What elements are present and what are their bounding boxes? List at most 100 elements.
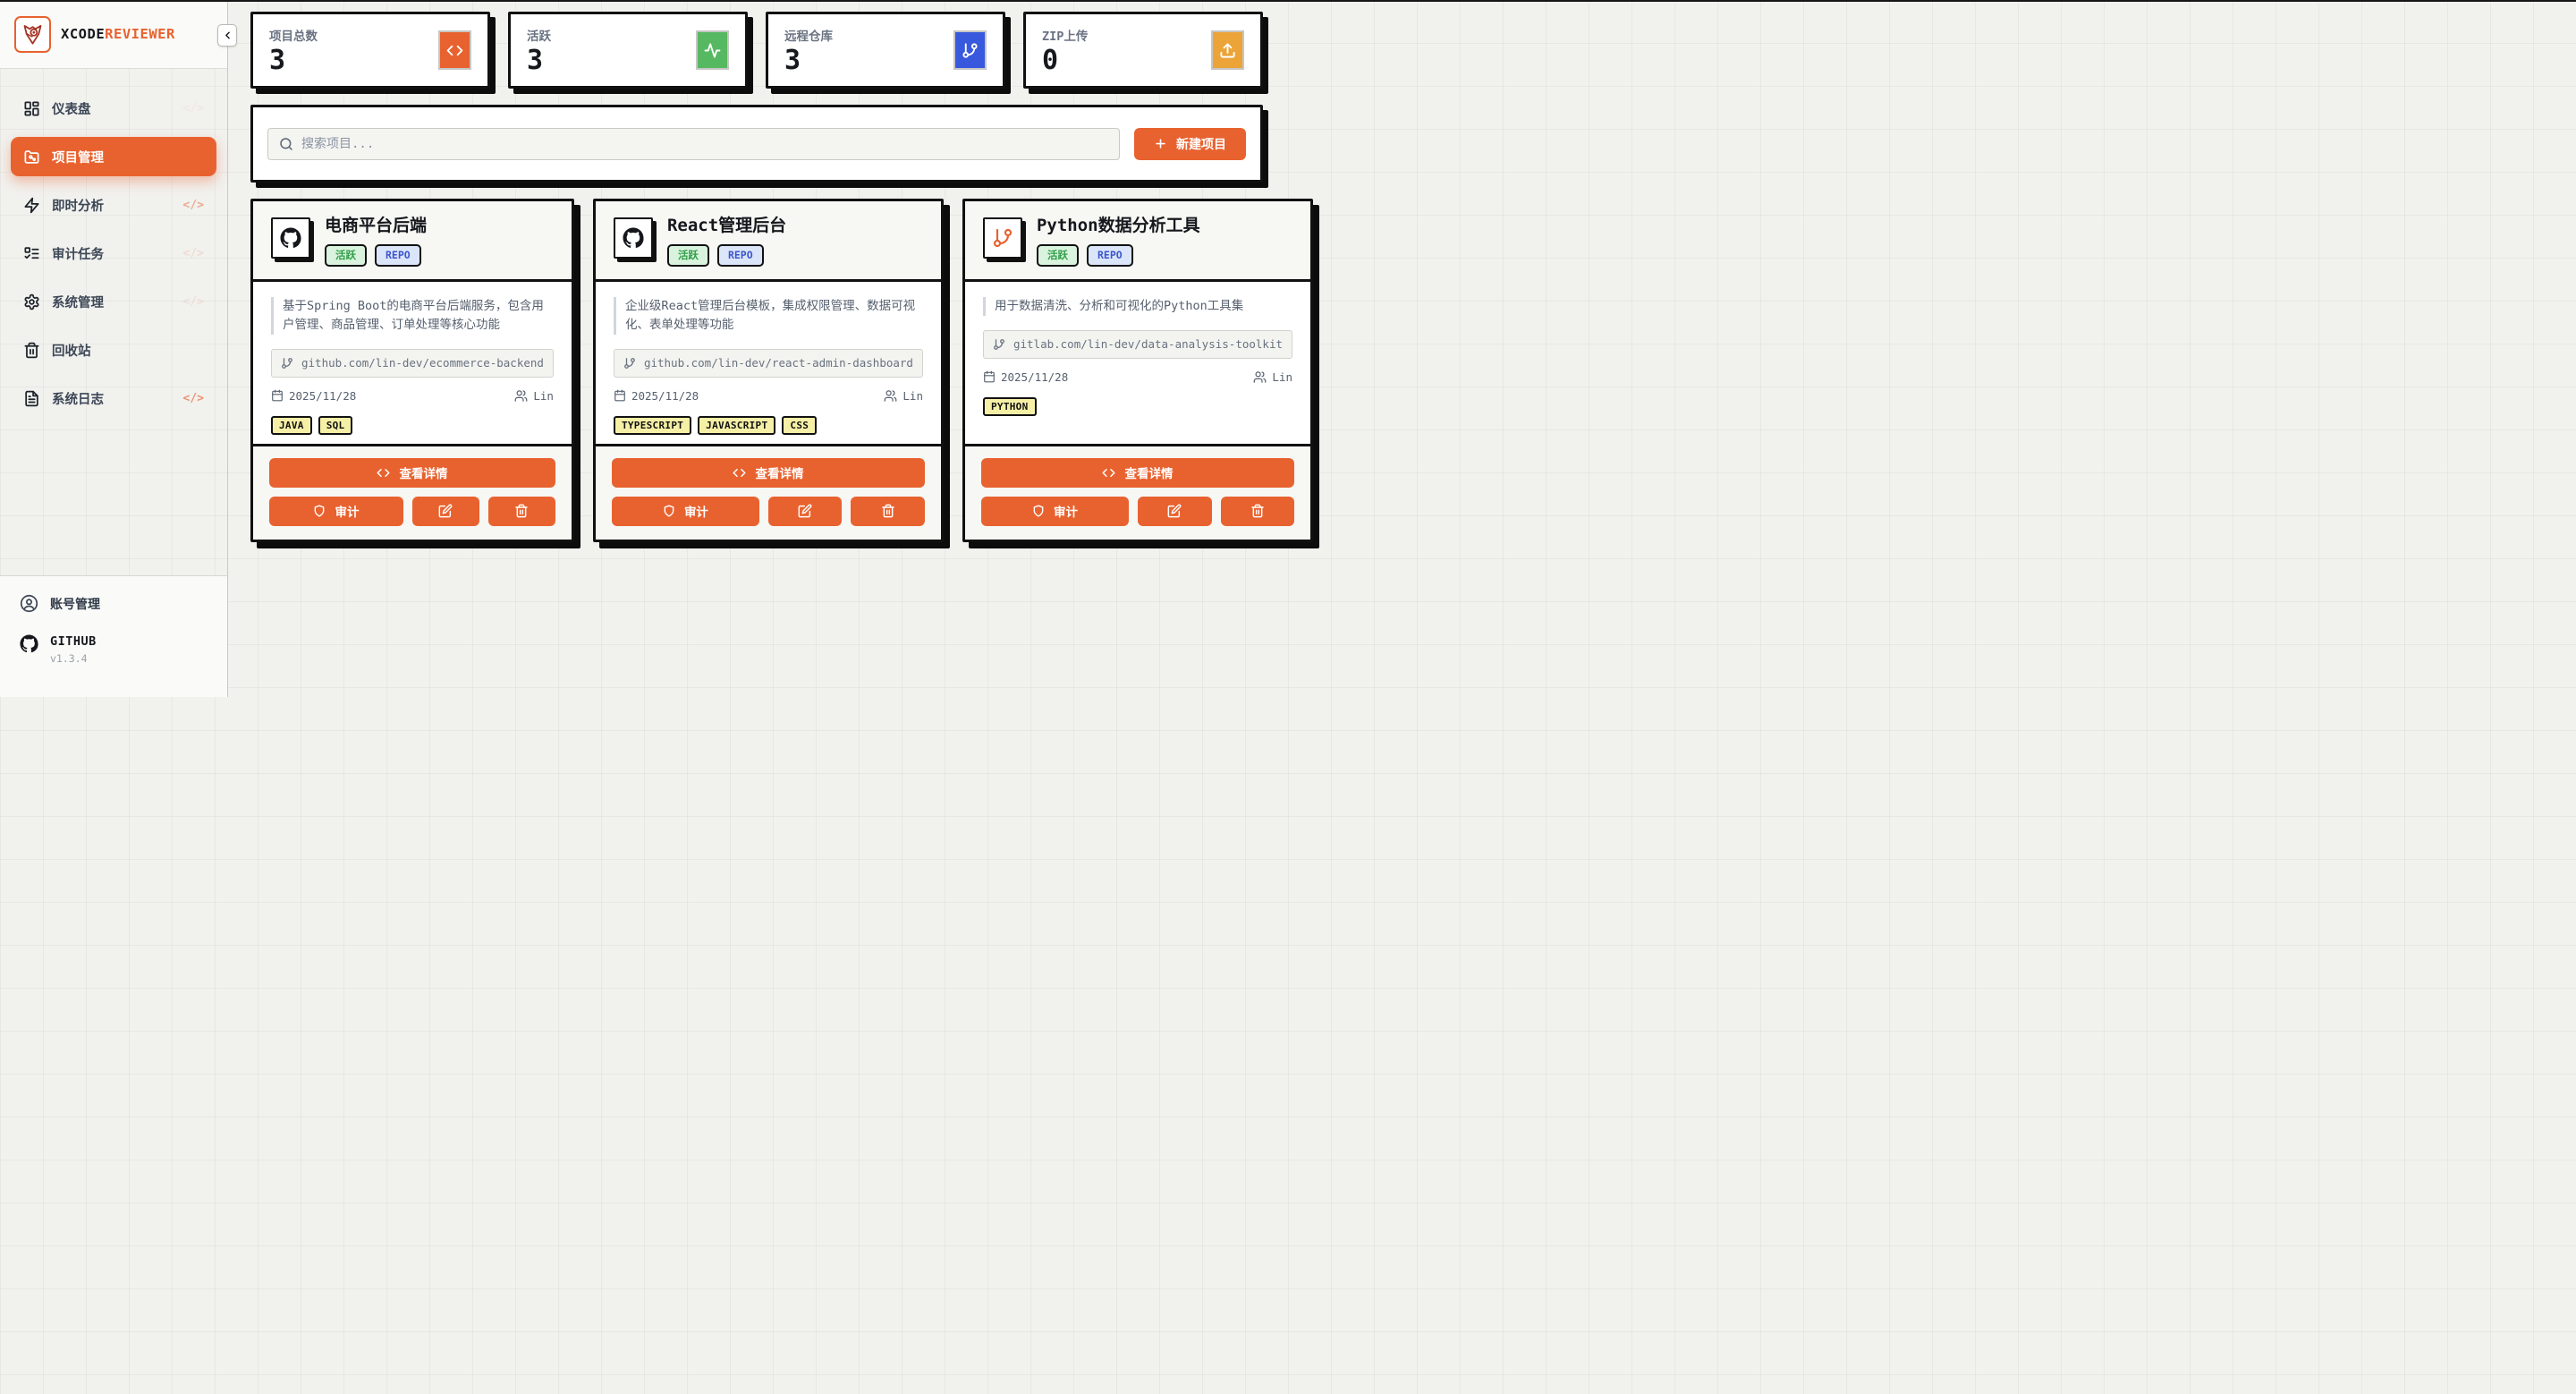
edit-icon <box>438 504 453 518</box>
calendar-icon <box>983 370 996 383</box>
github-text: GITHUB v1.3.4 <box>50 634 97 665</box>
project-card-body: 企业级React管理后台模板，集成权限管理、数据可视化、表单处理等功能 gith… <box>596 282 941 444</box>
sidebar-item-system-admin[interactable]: 系统管理 </> <box>11 282 216 321</box>
sidebar-item-projects[interactable]: 项目管理 </> <box>11 137 216 176</box>
status-badge: 活跃 <box>667 244 709 267</box>
edit-button[interactable] <box>1138 497 1212 526</box>
git-branch-icon <box>953 30 987 70</box>
activity-icon <box>696 30 729 70</box>
repo-url-box: gitlab.com/lin-dev/data-analysis-toolkit <box>983 330 1292 359</box>
sidebar-item-audit-tasks[interactable]: 审计任务 </> <box>11 234 216 273</box>
project-date-text: 2025/11/28 <box>1001 370 1068 384</box>
code-icon <box>733 466 746 480</box>
audit-label: 审计 <box>335 502 359 520</box>
code-deco: </> <box>183 295 204 309</box>
project-card-footer: 查看详情 审计 <box>253 444 572 540</box>
sidebar-item-dashboard[interactable]: 仪表盘 </> <box>11 89 216 128</box>
sidebar-item-account[interactable]: 账号管理 <box>20 594 208 613</box>
calendar-icon <box>614 389 626 402</box>
file-text-icon <box>23 390 40 407</box>
fox-logo-icon <box>21 22 45 47</box>
tag-row: TYPESCRIPT JAVASCRIPT CSS <box>614 416 923 435</box>
audit-button[interactable]: 审计 <box>981 497 1129 526</box>
project-meta: 2025/11/28 Lin <box>614 389 923 403</box>
github-info: GITHUB v1.3.4 <box>20 634 208 665</box>
app-title: XCODEREVIEWER <box>61 26 175 42</box>
app-logo <box>14 16 51 53</box>
project-meta: 2025/11/28 Lin <box>271 389 554 403</box>
toolbar: 新建项目 <box>250 105 1263 183</box>
sidebar-item-label: 项目管理 <box>52 148 104 166</box>
project-head-text: Python数据分析工具 活跃 REPO <box>1037 216 1200 267</box>
language-tag: JAVA <box>271 416 312 435</box>
repo-url-box: github.com/lin-dev/react-admin-dashboard <box>614 349 923 378</box>
chevron-left-icon <box>222 30 233 41</box>
shield-icon <box>663 505 675 517</box>
project-card-body: 基于Spring Boot的电商平台后端服务，包含用户管理、商品管理、订单处理等… <box>253 282 572 444</box>
edit-icon <box>1167 504 1182 518</box>
trash-icon <box>1250 504 1265 518</box>
sidebar-footer: 账号管理 GITHUB v1.3.4 <box>0 575 227 697</box>
delete-button[interactable] <box>1221 497 1295 526</box>
search-box <box>267 128 1120 160</box>
users-icon <box>884 389 897 403</box>
project-date: 2025/11/28 <box>271 389 356 403</box>
sidebar-item-system-logs[interactable]: 系统日志 </> <box>11 378 216 418</box>
gear-icon <box>23 293 40 310</box>
view-details-button[interactable]: 查看详情 <box>612 458 925 488</box>
list-todo-icon <box>23 245 40 262</box>
edit-button[interactable] <box>768 497 843 526</box>
sidebar-collapse-button[interactable] <box>217 24 237 47</box>
dashboard-icon <box>23 100 40 117</box>
project-card: 电商平台后端 活跃 REPO 基于Spring Boot的电商平台后端服务，包含… <box>250 199 574 542</box>
sidebar-item-label: 仪表盘 <box>52 99 91 118</box>
sidebar-nav: 仪表盘 </> 项目管理 </> 即时分析 </> 审计任务 </> <box>0 69 227 418</box>
project-card: Python数据分析工具 活跃 REPO 用于数据清洗、分析和可视化的Pytho… <box>962 199 1313 542</box>
sidebar-item-recycle-bin[interactable]: 回收站 </> <box>11 330 216 370</box>
github-brand: GITHUB <box>50 634 97 649</box>
project-owner-text: Lin <box>902 389 923 403</box>
stat-card-active: 活跃 3 <box>508 12 748 89</box>
language-tag: PYTHON <box>983 397 1037 416</box>
project-card-footer: 查看详情 审计 <box>965 444 1310 540</box>
git-branch-icon <box>993 338 1005 351</box>
search-input[interactable] <box>301 137 1108 151</box>
project-date-text: 2025/11/28 <box>289 389 356 403</box>
project-date: 2025/11/28 <box>614 389 699 403</box>
footer-actions: 审计 <box>612 497 925 526</box>
project-head-text: 电商平台后端 活跃 REPO <box>325 216 427 267</box>
delete-button[interactable] <box>851 497 925 526</box>
project-description: 企业级React管理后台模板，集成权限管理、数据可视化、表单处理等功能 <box>614 297 923 335</box>
users-icon <box>514 389 528 403</box>
project-card-header: React管理后台 活跃 REPO <box>596 201 941 282</box>
type-badge: REPO <box>717 244 764 267</box>
code-deco: </> <box>183 392 204 405</box>
type-badge: REPO <box>1087 244 1133 267</box>
repo-url: github.com/lin-dev/react-admin-dashboard <box>644 356 913 370</box>
language-tag: TYPESCRIPT <box>614 416 691 435</box>
edit-icon <box>798 504 812 518</box>
delete-button[interactable] <box>488 497 555 526</box>
tag-row: PYTHON <box>983 397 1292 416</box>
main-content: 项目总数 3 活跃 3 远程仓库 3 ZIP上传 0 <box>228 0 1288 542</box>
footer-actions: 审计 <box>269 497 555 526</box>
new-project-button[interactable]: 新建项目 <box>1134 128 1246 160</box>
edit-button[interactable] <box>412 497 479 526</box>
audit-label: 审计 <box>1054 502 1078 520</box>
view-details-button[interactable]: 查看详情 <box>981 458 1294 488</box>
view-details-button[interactable]: 查看详情 <box>269 458 555 488</box>
folder-git-icon <box>23 149 40 166</box>
footer-actions: 审计 <box>981 497 1294 526</box>
language-tag: CSS <box>782 416 817 435</box>
sidebar-item-label: 系统管理 <box>52 293 104 311</box>
github-icon <box>20 634 38 653</box>
sidebar-item-label: 审计任务 <box>52 244 104 263</box>
audit-button[interactable]: 审计 <box>269 497 403 526</box>
trash-icon <box>514 504 529 518</box>
project-title: 电商平台后端 <box>325 216 427 236</box>
audit-button[interactable]: 审计 <box>612 497 759 526</box>
project-owner: Lin <box>514 389 554 403</box>
project-card-header: 电商平台后端 活跃 REPO <box>253 201 572 282</box>
git-branch-icon <box>623 357 636 370</box>
sidebar-item-instant-analysis[interactable]: 即时分析 </> <box>11 185 216 225</box>
